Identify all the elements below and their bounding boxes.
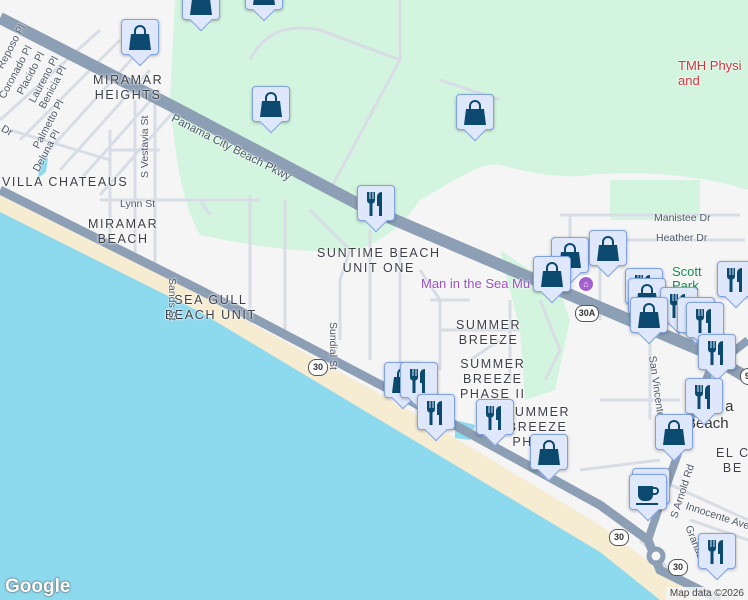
cafe-marker[interactable] (629, 474, 667, 522)
shopping-marker[interactable] (655, 414, 693, 462)
restaurant-marker[interactable] (698, 334, 736, 382)
fork-knife-icon (693, 308, 717, 334)
area-label: SUMMER BREEZE PHASE II (460, 357, 526, 401)
area-label: MIRAMAR BEACH (88, 217, 159, 246)
google-logo: Google (5, 576, 71, 597)
restaurant-marker[interactable] (717, 261, 748, 309)
shopping-bag-icon (540, 262, 564, 288)
shopping-marker[interactable] (245, 0, 283, 22)
fork-knife-icon (407, 368, 431, 394)
restaurant-marker[interactable] (698, 533, 736, 581)
area-label: SEA GULL BEACH UNIT (165, 293, 257, 322)
area-label: EL C BE (716, 446, 748, 475)
street-label: Sundial St (327, 322, 339, 370)
route-shield: 30 (668, 559, 688, 576)
roundabout (646, 546, 666, 566)
shopping-bag-icon (596, 236, 620, 262)
restaurant-marker[interactable] (476, 399, 514, 447)
fork-knife-icon (424, 400, 448, 426)
shopping-marker[interactable] (456, 94, 494, 142)
shopping-marker[interactable] (252, 86, 290, 134)
street-label: S Vestavia St (139, 115, 151, 178)
shopping-marker[interactable] (533, 256, 571, 304)
area-label: VILLA CHATEAUS (2, 175, 129, 189)
map-attribution[interactable]: Map data ©2026 (665, 587, 748, 600)
fork-knife-icon (724, 267, 748, 293)
restaurant-marker[interactable] (417, 394, 455, 442)
street-label: Heather Dr (656, 232, 708, 244)
route-shield: 98 (740, 368, 748, 385)
medical-label[interactable]: TMH Physi and (678, 58, 742, 88)
shopping-marker[interactable] (182, 0, 220, 32)
shopping-bag-icon (537, 440, 561, 466)
street-label: Manistee Dr (654, 212, 711, 224)
area-label: SUMMER BREEZE (456, 318, 522, 347)
route-shield: 30A (575, 305, 599, 322)
shopping-bag-icon (128, 25, 152, 51)
fork-knife-icon (483, 405, 507, 431)
restaurant-marker[interactable] (357, 185, 395, 233)
coffee-cup-icon (636, 480, 660, 506)
shopping-bag-icon (252, 0, 276, 6)
fork-knife-icon (705, 340, 729, 366)
area-label: MIRAMAR HEIGHTS (93, 73, 164, 102)
shopping-bag-icon (189, 0, 213, 16)
fork-knife-icon (705, 539, 729, 565)
shopping-marker[interactable] (630, 297, 668, 345)
route-shield: 30 (308, 359, 328, 376)
shopping-marker[interactable] (530, 434, 568, 482)
shopping-bag-icon (662, 420, 686, 446)
shopping-bag-icon (637, 303, 661, 329)
route-shield: 30 (609, 529, 629, 546)
fork-knife-icon (692, 384, 716, 410)
shopping-marker[interactable] (121, 19, 159, 67)
shopping-bag-icon (463, 100, 487, 126)
area-label: SUNTIME BEACH UNIT ONE (317, 246, 441, 275)
street-label: Lynn St (120, 198, 156, 210)
museum-label[interactable]: Man in the Sea Mu (421, 276, 530, 291)
street-label: Sands St (166, 278, 178, 321)
shopping-bag-icon (259, 92, 283, 118)
fork-knife-icon (364, 191, 388, 217)
shopping-marker[interactable] (589, 230, 627, 278)
